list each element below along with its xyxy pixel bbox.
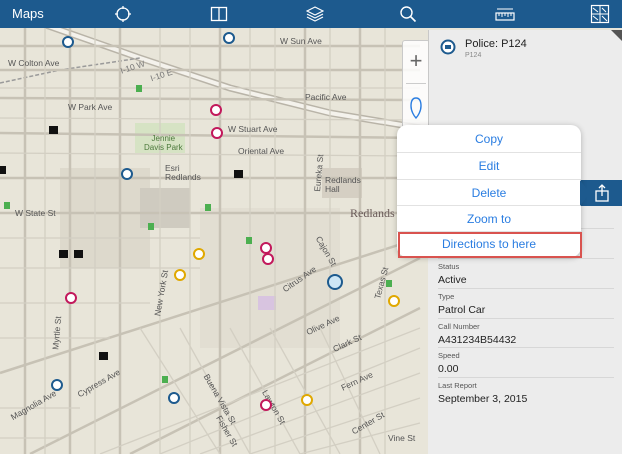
field-value: A431234B54432 [438, 334, 517, 346]
menu-item-zoom-to[interactable]: Zoom to [397, 206, 581, 232]
park-label: Jennie Davis Park [144, 134, 183, 152]
top-toolbar: Maps [0, 0, 622, 28]
divider [438, 347, 614, 348]
street-label: Pacific Ave [305, 92, 347, 102]
field-key: Speed [438, 351, 460, 360]
divider [438, 288, 614, 289]
popup-pointer [580, 180, 590, 206]
divider [438, 318, 614, 319]
divider [438, 377, 614, 378]
book-icon[interactable] [206, 2, 232, 26]
street-label: W Stuart Ave [228, 124, 278, 134]
field-row: Last Report September 3, 2015 [438, 377, 614, 405]
street-label: Vine St [388, 433, 416, 443]
building-label: Redlands Hall [325, 175, 361, 194]
street-label: W Sun Ave [280, 36, 322, 46]
street-label: W Park Ave [68, 102, 113, 112]
share-icon[interactable] [592, 183, 612, 203]
field-row: Speed 0.00 [438, 347, 614, 375]
field-key: Type [438, 292, 455, 301]
context-menu: Copy Edit Delete Zoom to Directions to h… [397, 125, 582, 258]
app-title[interactable]: Maps [12, 6, 44, 21]
search-icon[interactable] [395, 2, 421, 26]
police-icon [439, 38, 457, 56]
divider [406, 83, 426, 84]
street-label: W State St [15, 208, 56, 218]
feature-title: Police: P124 [465, 38, 527, 50]
highlight-box [398, 232, 582, 258]
field-row: Call Number A431234B54432 [438, 318, 614, 346]
layers-icon[interactable] [302, 2, 328, 26]
compass-icon[interactable] [409, 97, 423, 119]
field-key: Status [438, 262, 460, 271]
field-key: Call Number [438, 322, 480, 331]
city-label: Redlands [350, 206, 395, 220]
menu-item-delete[interactable]: Delete [397, 180, 581, 206]
field-value: 0.00 [438, 363, 459, 375]
field-row: Status Active [438, 258, 614, 286]
field-value: Patrol Car [438, 304, 486, 316]
field-value: September 3, 2015 [438, 393, 528, 405]
zoom-in-button[interactable]: + [403, 43, 429, 79]
street-label: Oriental Ave [238, 146, 285, 156]
basemap-icon[interactable] [587, 2, 613, 26]
menu-item-copy[interactable]: Copy [397, 126, 581, 152]
measure-icon[interactable] [492, 2, 518, 26]
field-row: Type Patrol Car [438, 288, 614, 316]
field-value: Active [438, 274, 467, 286]
target-icon[interactable] [110, 2, 136, 26]
field-key: Last Report [438, 381, 477, 390]
feature-subtitle: P124 [465, 52, 482, 59]
building-label: Esri Redlands [165, 163, 201, 182]
street-label: W Colton Ave [8, 58, 60, 68]
menu-item-edit[interactable]: Edit [397, 153, 581, 179]
panel-corner [611, 30, 622, 42]
divider [438, 258, 614, 259]
